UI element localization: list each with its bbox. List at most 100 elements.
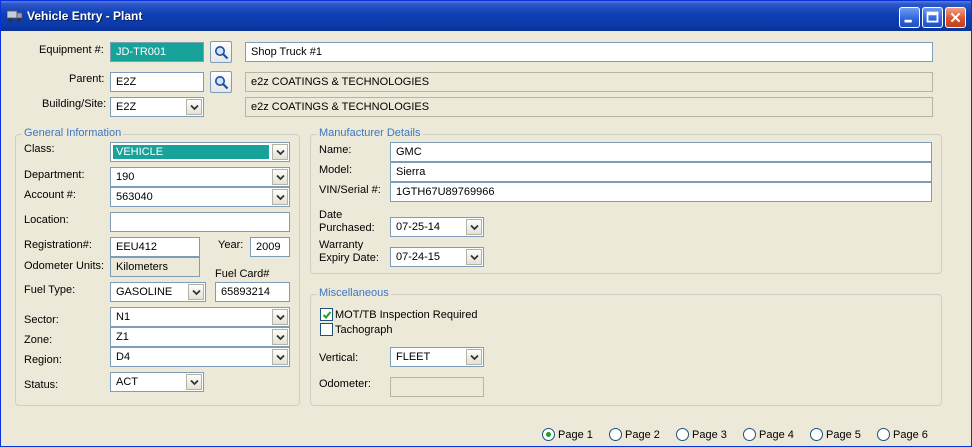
- zone-value: Z1: [116, 331, 129, 343]
- vin-serial-field[interactable]: 1GTH67U89769966: [390, 182, 932, 202]
- sector-label: Sector:: [24, 314, 59, 326]
- odometer-units-field: Kilometers: [110, 257, 200, 277]
- fuel-type-value: GASOLINE: [116, 286, 173, 298]
- sector-select[interactable]: N1: [110, 307, 290, 327]
- dropdown-arrow[interactable]: [466, 349, 482, 365]
- page-4-radio[interactable]: [743, 428, 756, 441]
- close-button[interactable]: [945, 7, 966, 28]
- mot-inspection-label: MOT/TB Inspection Required: [335, 309, 478, 321]
- account-select[interactable]: 563040: [110, 187, 290, 207]
- status-value: ACT: [116, 376, 138, 388]
- close-icon: [950, 12, 961, 23]
- minimize-button[interactable]: [899, 7, 920, 28]
- parent-description-field: e2z COATINGS & TECHNOLOGIES: [245, 72, 933, 92]
- vertical-label: Vertical:: [319, 352, 359, 364]
- mot-inspection-checkbox[interactable]: [320, 308, 333, 321]
- registration-field[interactable]: EEU412: [110, 237, 200, 257]
- title-bar[interactable]: Vehicle Entry - Plant: [1, 1, 971, 31]
- dropdown-arrow[interactable]: [272, 144, 288, 160]
- dropdown-arrow[interactable]: [272, 309, 288, 325]
- manufacturer-details-title: Manufacturer Details: [317, 127, 423, 139]
- dropdown-arrow[interactable]: [466, 219, 482, 235]
- page-3-label[interactable]: Page 3: [692, 429, 727, 441]
- warranty-label-line1: Warranty: [319, 239, 364, 251]
- equipment-search-button[interactable]: [210, 41, 232, 63]
- region-select[interactable]: D4: [110, 347, 290, 367]
- account-label: Account #:: [24, 189, 76, 201]
- magnifier-icon: [215, 46, 229, 60]
- page-1-radio[interactable]: [542, 428, 555, 441]
- odometer-units-label: Odometer Units:: [24, 260, 105, 272]
- status-select[interactable]: ACT: [110, 372, 204, 392]
- page-3-radio[interactable]: [676, 428, 689, 441]
- department-select[interactable]: 190: [110, 167, 290, 187]
- vehicle-entry-window: Vehicle Entry - Plant Equipment #: JD-TR…: [0, 0, 972, 447]
- chevron-down-icon: [276, 174, 285, 181]
- dropdown-arrow[interactable]: [272, 329, 288, 345]
- building-site-select[interactable]: E2Z: [110, 97, 204, 117]
- page-5-radio[interactable]: [810, 428, 823, 441]
- page-2-label[interactable]: Page 2: [625, 429, 660, 441]
- fuel-type-label: Fuel Type:: [24, 284, 76, 296]
- class-value: VEHICLE: [113, 145, 269, 159]
- page-2-radio[interactable]: [609, 428, 622, 441]
- parent-search-button[interactable]: [210, 71, 232, 93]
- page-6-radio[interactable]: [877, 428, 890, 441]
- maximize-button[interactable]: [922, 7, 943, 28]
- dropdown-arrow[interactable]: [272, 189, 288, 205]
- date-purchased-label-line2: Purchased:: [319, 222, 375, 234]
- location-label: Location:: [24, 214, 69, 226]
- chevron-down-icon: [470, 224, 479, 231]
- warranty-label-line2: Expiry Date:: [319, 252, 379, 264]
- vertical-select[interactable]: FLEET: [390, 347, 484, 367]
- vin-label: VIN/Serial #:: [319, 184, 381, 196]
- parent-field[interactable]: E2Z: [110, 72, 204, 92]
- fuel-type-select[interactable]: GASOLINE: [110, 282, 206, 302]
- equipment-number-field[interactable]: JD-TR001: [110, 42, 204, 62]
- manufacturer-name-field[interactable]: GMC: [390, 142, 932, 162]
- chevron-down-icon: [276, 334, 285, 341]
- class-label: Class:: [24, 143, 55, 155]
- dropdown-arrow[interactable]: [466, 249, 482, 265]
- zone-label: Zone:: [24, 334, 53, 346]
- maximize-icon: [926, 11, 939, 23]
- page-5-label[interactable]: Page 5: [826, 429, 861, 441]
- model-field[interactable]: Sierra: [390, 162, 932, 182]
- registration-label: Registration#:: [24, 239, 92, 251]
- fuel-card-label: Fuel Card#: [215, 268, 270, 280]
- parent-label: Parent:: [69, 73, 105, 85]
- minimize-icon: [904, 19, 912, 23]
- tachograph-checkbox[interactable]: [320, 323, 333, 336]
- tachograph-label: Tachograph: [335, 324, 393, 336]
- dropdown-arrow[interactable]: [186, 374, 202, 390]
- form-client-area: Equipment #: JD-TR001 Shop Truck #1 Pare…: [4, 31, 968, 445]
- class-select[interactable]: VEHICLE: [110, 142, 290, 162]
- model-label: Model:: [319, 164, 353, 176]
- dropdown-arrow[interactable]: [188, 284, 204, 300]
- zone-select[interactable]: Z1: [110, 327, 290, 347]
- dropdown-arrow[interactable]: [186, 99, 202, 115]
- year-label: Year:: [218, 239, 244, 251]
- fuel-card-field[interactable]: 65893214: [215, 282, 290, 302]
- general-information-title: General Information: [22, 127, 124, 139]
- date-purchased-value: 07-25-14: [396, 221, 441, 233]
- building-site-label: Building/Site:: [42, 98, 107, 110]
- page-6-label[interactable]: Page 6: [893, 429, 928, 441]
- chevron-down-icon: [190, 104, 199, 111]
- page-1-label[interactable]: Page 1: [558, 429, 593, 441]
- odometer-field: [390, 377, 484, 397]
- account-value: 563040: [116, 191, 153, 203]
- dropdown-arrow[interactable]: [272, 349, 288, 365]
- odometer-label: Odometer:: [319, 378, 371, 390]
- region-label: Region:: [24, 354, 62, 366]
- vertical-value: FLEET: [396, 351, 431, 363]
- equipment-description-field[interactable]: Shop Truck #1: [245, 42, 933, 62]
- location-field[interactable]: [110, 212, 290, 232]
- dropdown-arrow[interactable]: [272, 169, 288, 185]
- chevron-down-icon: [276, 354, 285, 361]
- year-field[interactable]: 2009: [250, 237, 290, 257]
- warranty-expiry-picker[interactable]: 07-24-15: [390, 247, 484, 267]
- chevron-down-icon: [470, 354, 479, 361]
- date-purchased-picker[interactable]: 07-25-14: [390, 217, 484, 237]
- page-4-label[interactable]: Page 4: [759, 429, 794, 441]
